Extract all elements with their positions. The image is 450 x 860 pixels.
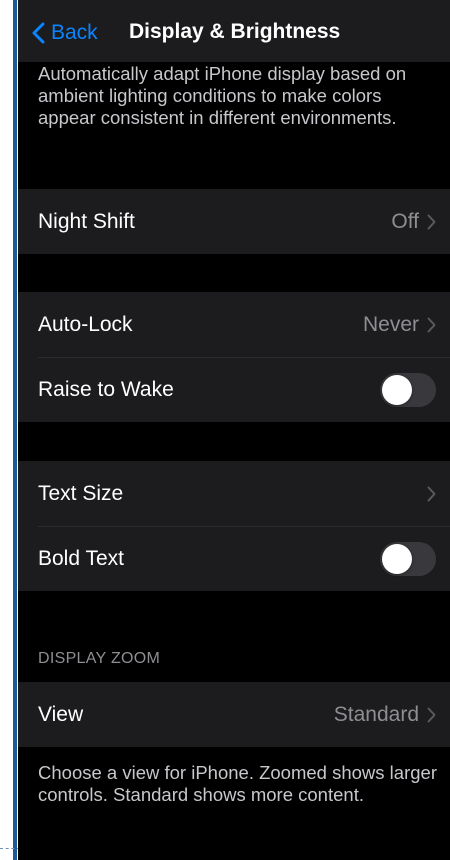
lock-group: Auto-Lock Never Raise to Wake: [18, 292, 450, 422]
display-zoom-header: DISPLAY ZOOM: [38, 650, 161, 667]
text-group: Text Size Bold Text: [18, 461, 450, 591]
view-value: Standard: [333, 702, 419, 726]
left-border: [0, 0, 18, 860]
raise-to-wake-label: Raise to Wake: [38, 377, 174, 401]
display-zoom-footer: Choose a view for iPhone. Zoomed shows l…: [38, 762, 437, 805]
navigation-bar: Back Display & Brightness: [18, 0, 450, 62]
chevron-right-icon: [427, 214, 436, 230]
back-button[interactable]: Back: [32, 18, 98, 48]
text-size-row[interactable]: Text Size: [18, 461, 450, 526]
blue-border-line: [13, 0, 17, 860]
bold-text-row: Bold Text: [18, 526, 450, 591]
auto-lock-label: Auto-Lock: [38, 312, 133, 336]
view-row[interactable]: View Standard: [18, 682, 450, 747]
page-title: Display & Brightness: [129, 20, 341, 43]
night-shift-row[interactable]: Night Shift Off: [18, 189, 450, 254]
toggle-knob: [382, 374, 412, 405]
night-shift-group: Night Shift Off: [18, 189, 450, 254]
chevron-right-icon: [427, 486, 436, 502]
view-label: View: [38, 702, 84, 726]
auto-lock-accessory: Never: [363, 292, 436, 357]
raise-to-wake-accessory: [380, 357, 436, 422]
display-zoom-group: View Standard: [18, 682, 450, 747]
auto-lock-value: Never: [362, 312, 419, 336]
toggle-knob: [382, 543, 412, 574]
chevron-right-icon: [427, 707, 436, 723]
auto-lock-row[interactable]: Auto-Lock Never: [18, 292, 450, 357]
text-size-accessory: [427, 461, 436, 526]
night-shift-accessory: Off: [391, 189, 436, 254]
dashed-guide-line: [0, 848, 20, 849]
true-tone-footer: Automatically adapt iPhone display based…: [38, 63, 407, 128]
night-shift-value: Off: [391, 209, 419, 233]
raise-to-wake-row: Raise to Wake: [18, 357, 450, 422]
raise-to-wake-toggle[interactable]: [380, 372, 436, 407]
chevron-left-icon: [32, 22, 45, 44]
bold-text-accessory: [380, 526, 436, 591]
back-label: Back: [51, 21, 98, 44]
bold-text-label: Bold Text: [38, 546, 124, 570]
bold-text-toggle[interactable]: [380, 541, 436, 576]
chevron-right-icon: [427, 317, 436, 333]
phone-screen: Back Display & Brightness Automatically …: [18, 0, 450, 860]
text-size-label: Text Size: [38, 481, 124, 505]
view-accessory: Standard: [334, 682, 436, 747]
night-shift-label: Night Shift: [38, 209, 135, 233]
